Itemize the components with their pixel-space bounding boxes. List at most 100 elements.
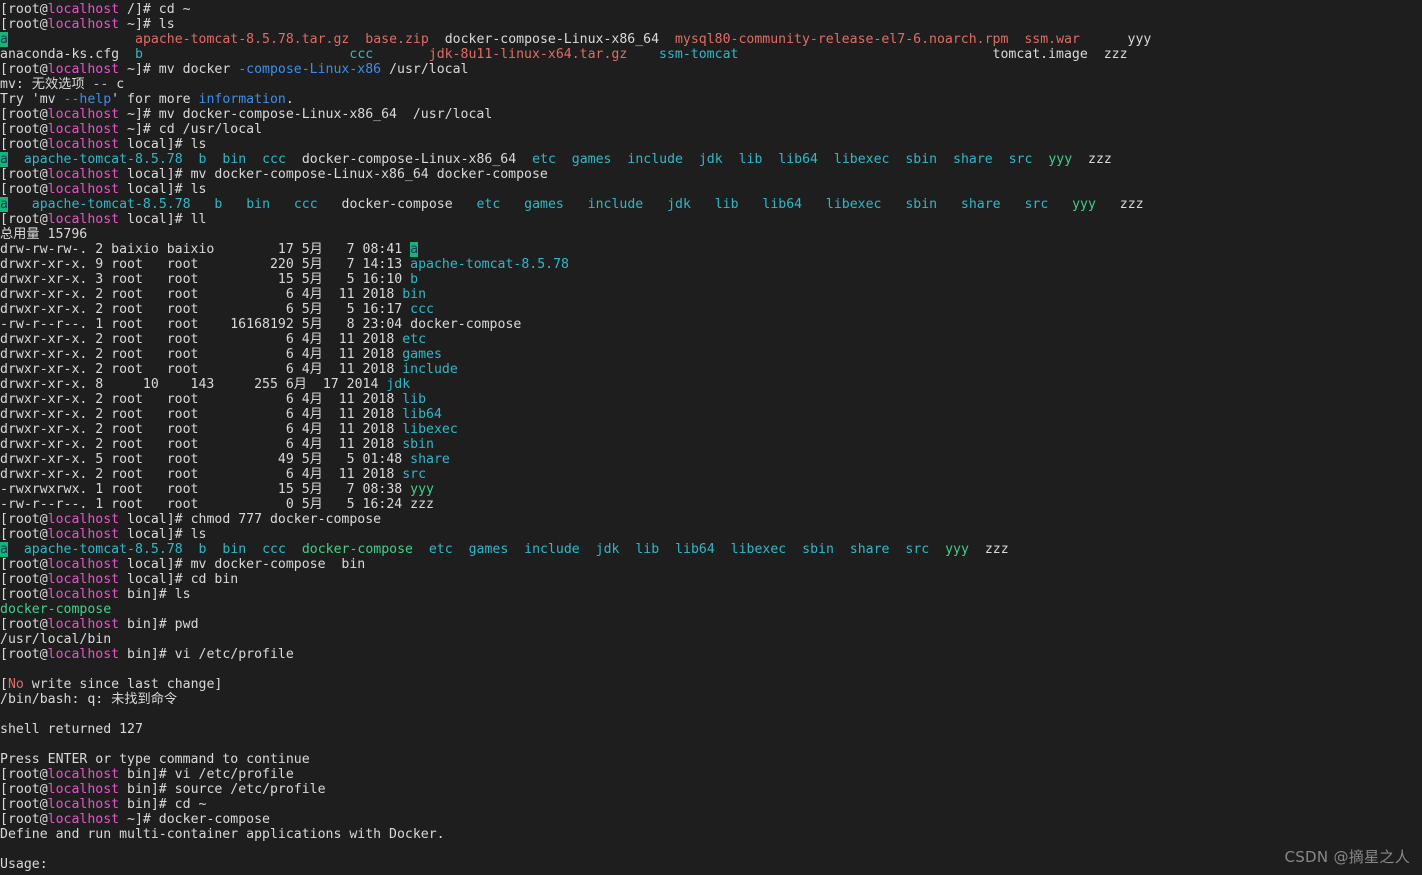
terminal-text-segment: jdk (667, 197, 691, 212)
terminal-text-segment: localhost (47, 107, 120, 122)
terminal-text-segment: sbin (905, 152, 938, 167)
terminal-text-segment: bin]# vi /etc/profile (119, 767, 294, 782)
terminal-text-segment: drw-rw-rw-. 2 baixio baixio 17 5月 7 08:4… (0, 242, 411, 257)
terminal-text-segment: lib64 (402, 407, 442, 422)
terminal-text-segment: [root@ (0, 557, 48, 572)
terminal-line: /bin/bash: q: 未找到命令 (0, 692, 177, 707)
terminal-text-segment: jdk-8u11-linux-x64.tar.gz (428, 47, 628, 62)
terminal-text-segment: sbin (905, 197, 938, 212)
terminal-text-segment: libexec (833, 152, 890, 167)
terminal-line: mv: 无效选项 -- c (0, 77, 124, 92)
terminal-text-segment: drwxr-xr-x. 9 root root 220 5月 7 14:13 (0, 257, 411, 272)
terminal-text-segment: bin (402, 287, 427, 302)
terminal-text-segment: drwxr-xr-x. 2 root root 6 4月 11 2018 (0, 347, 403, 362)
terminal-line: Usage: (0, 857, 48, 872)
terminal-text-segment: local]# mv docker-compose-Linux-x86_64 d… (119, 167, 548, 182)
terminal-text-segment: jdk (595, 542, 620, 557)
terminal-text-segment: ssm-tomcat (659, 47, 739, 62)
terminal-text-segment: No (7, 677, 24, 692)
terminal-text-segment: ~]# docker-compose (119, 812, 270, 827)
terminal-text-segment: localhost (47, 617, 120, 632)
terminal-line: [root@localhost local]# ls (0, 137, 206, 152)
terminal-line: -rw-r--r--. 1 root root 16168192 5月 8 23… (0, 317, 521, 332)
terminal-text-segment: tomcat.image (992, 47, 1088, 62)
terminal-line: -rw-r--r--. 1 root root 0 5月 5 16:24 zzz (0, 497, 434, 512)
terminal-text-segment: sbin (802, 542, 834, 557)
terminal-text-segment: drwxr-xr-x. 3 root root 15 5月 5 16:10 (0, 272, 411, 287)
terminal-text-segment: [root@ (0, 107, 48, 122)
terminal-text-segment: etc (532, 152, 556, 167)
terminal-line: [root@localhost ~]# mv docker-compose-Li… (0, 107, 492, 122)
terminal-text-segment: localhost (47, 527, 120, 542)
terminal-text-segment: lib64 (778, 152, 818, 167)
terminal-text-segment: [root@ (0, 572, 48, 587)
terminal-text-segment: drwxr-xr-x. 2 root root 6 4月 11 2018 (0, 407, 403, 422)
terminal-text-segment: a (0, 32, 8, 47)
terminal-window[interactable]: [root@localhost /]# cd ~ [root@localhost … (0, 0, 1422, 875)
terminal-text-segment: yyy (1072, 197, 1096, 212)
terminal-text-segment: Try 'mv (0, 92, 64, 107)
terminal-text-segment: yyy (410, 482, 434, 497)
terminal-text-segment: yyy (1127, 32, 1152, 47)
terminal-line: [No write since last change] (0, 677, 222, 692)
terminal-text-segment: drwxr-xr-x. 5 root root 49 5月 5 01:48 (0, 452, 411, 467)
terminal-text-segment: src (905, 542, 930, 557)
terminal-text-segment: b (410, 272, 419, 287)
terminal-text-segment: [root@ (0, 182, 48, 197)
terminal-text-segment: ccc (293, 197, 318, 212)
terminal-line: drwxr-xr-x. 2 root root 6 4月 11 2018 lib… (0, 407, 442, 422)
terminal-line: drwxr-xr-x. 3 root root 15 5月 5 16:10 b (0, 272, 418, 287)
terminal-text-segment: shell returned 127 (0, 722, 143, 737)
terminal-text-segment: lib (402, 392, 427, 407)
terminal-text-segment: local]# chmod 777 docker-compose (119, 512, 382, 527)
terminal-text-segment: lib (714, 197, 739, 212)
terminal-text-segment: localhost (47, 137, 120, 152)
terminal-line: drwxr-xr-x. 2 root root 6 4月 11 2018 inc… (0, 362, 458, 377)
terminal-text-segment: ccc (349, 47, 374, 62)
terminal-line: [root@localhost bin]# source /etc/profil… (0, 782, 326, 797)
terminal-text-segment: localhost (47, 797, 120, 812)
terminal-line: a apache-tomcat-8.5.78 b bin ccc docker-… (0, 152, 1112, 167)
terminal-line: -rwxrwxrwx. 1 root root 15 5月 7 08:38 yy… (0, 482, 434, 497)
terminal-text-segment: ' for more (111, 92, 199, 107)
terminal-text-segment: [root@ (0, 647, 48, 662)
terminal-text-segment: [root@ (0, 812, 48, 827)
terminal-text-segment: bin]# pwd (119, 617, 199, 632)
terminal-text-segment: libexec (730, 542, 787, 557)
terminal-text-segment: ssm.war (1024, 32, 1080, 47)
terminal-text-segment: drwxr-xr-x. 2 root root 6 4月 11 2018 (0, 437, 403, 452)
terminal-text-segment: apache-tomcat-8.5.78 (23, 542, 183, 557)
terminal-text-segment: drwxr-xr-x. 2 root root 6 4月 11 2018 (0, 287, 403, 302)
terminal-text-segment: localhost (47, 2, 120, 17)
terminal-text-segment: localhost (47, 767, 120, 782)
terminal-text-segment: ccc (410, 302, 434, 317)
terminal-text-segment: b (134, 47, 143, 62)
terminal-text-segment: docker-compose-Linux-x86_64 (301, 152, 517, 167)
terminal-text-segment: [root@ (0, 512, 48, 527)
terminal-text-segment: share (960, 197, 1001, 212)
terminal-text-segment: local]# ls (119, 137, 207, 152)
terminal-text-segment: etc (402, 332, 427, 347)
terminal-text-segment: localhost (47, 182, 120, 197)
terminal-text-segment: games (402, 347, 442, 362)
terminal-text-segment: [root@ (0, 17, 48, 32)
terminal-text-segment: include (524, 542, 580, 557)
terminal-line: [root@localhost ~]# docker-compose (0, 812, 270, 827)
